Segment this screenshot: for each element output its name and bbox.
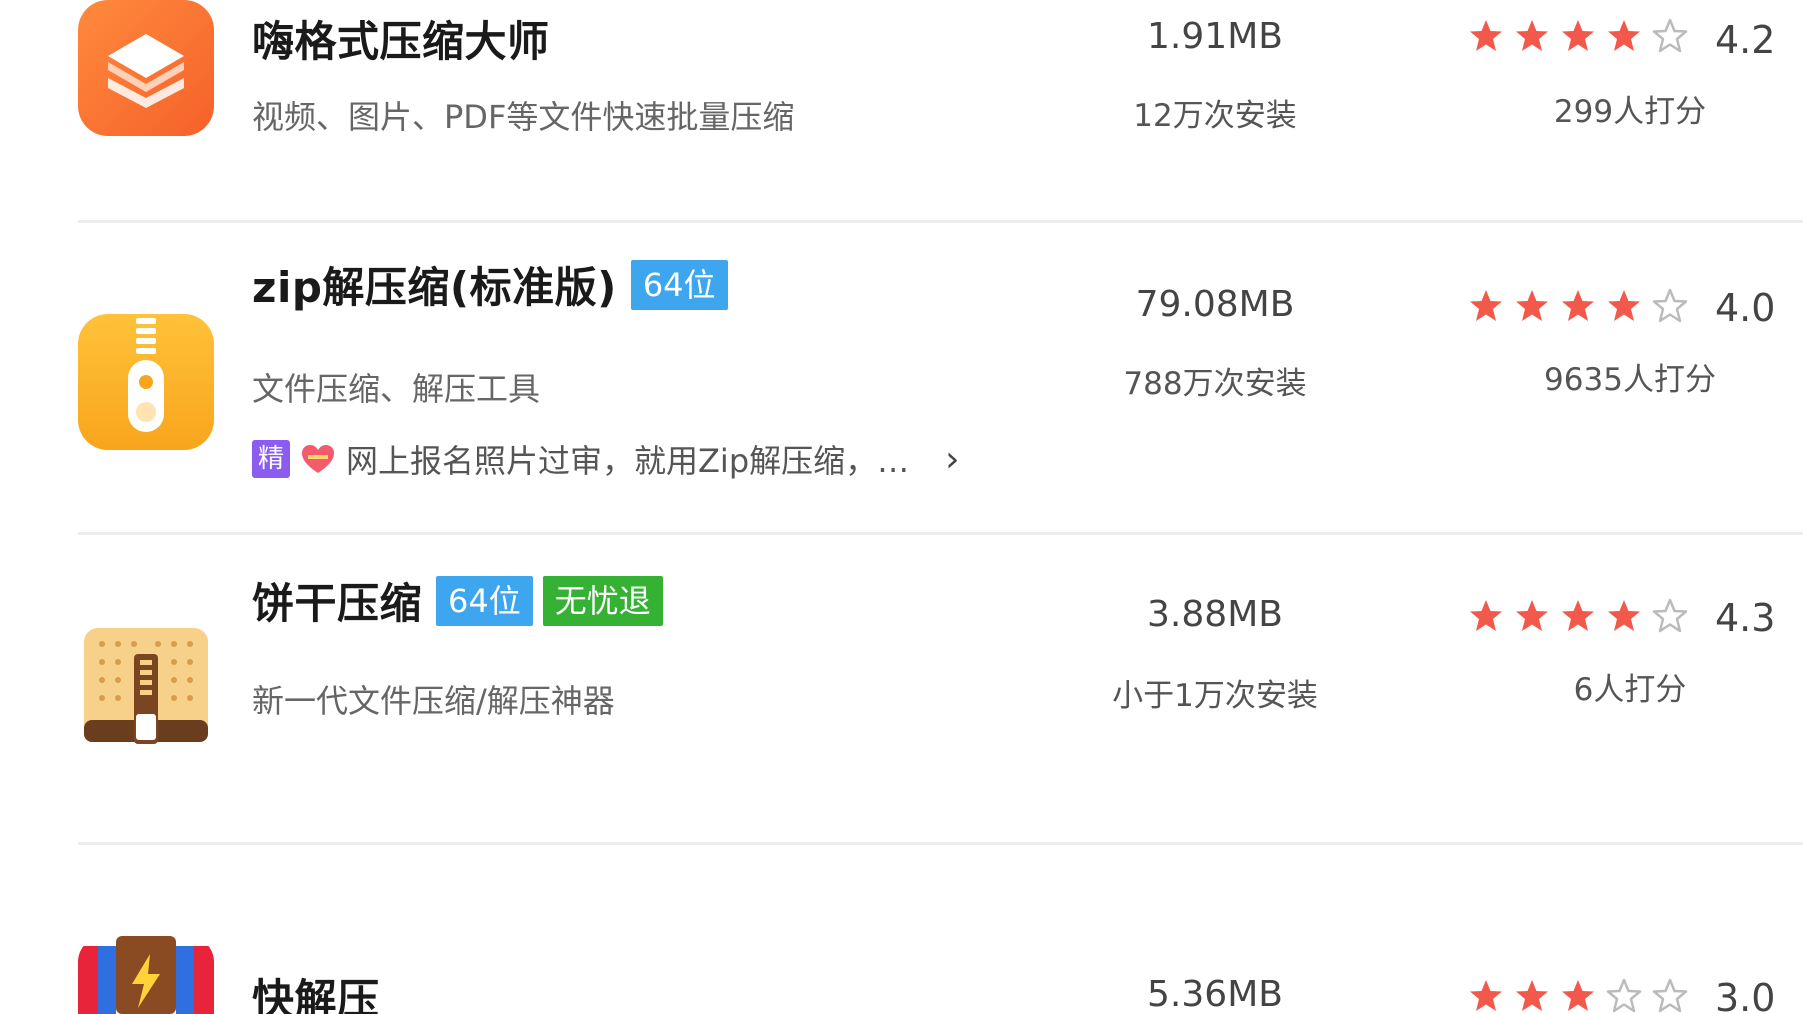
star-rating — [1468, 598, 1688, 634]
app-size: 79.08MB — [1135, 284, 1295, 325]
rater-count: 9635人打分 — [1544, 362, 1716, 398]
star-empty-icon — [1652, 18, 1688, 53]
star-filled-icon — [1562, 20, 1594, 51]
badge-64bit: 64位 — [630, 259, 728, 310]
star-filled-icon — [1562, 980, 1594, 1011]
star-empty-icon — [1606, 978, 1642, 1013]
featured-tag: 精 — [252, 440, 290, 478]
app-size: 1.91MB — [1147, 16, 1283, 57]
app-list: 嗨格式压缩大师 视频、图片、PDF等文件快速批量压缩 1.91MB 12万次安装… — [0, 0, 1803, 1014]
star-filled-icon — [1470, 600, 1502, 631]
app-description: 文件压缩、解压工具 — [252, 370, 541, 408]
badge-64bit: 64位 — [436, 575, 533, 626]
star-empty-icon — [1652, 598, 1688, 633]
row-divider — [78, 532, 1803, 535]
star-filled-icon — [1470, 290, 1502, 321]
chevron-right-icon[interactable]: › — [945, 439, 959, 480]
star-filled-icon — [1562, 290, 1594, 321]
promo-line[interactable]: 精 网上报名照片过审，就用Zip解压缩，… › — [252, 436, 960, 482]
star-filled-icon — [1562, 600, 1594, 631]
star-empty-icon — [1652, 288, 1688, 323]
biscuit-icon[interactable] — [78, 624, 214, 760]
app-description: 新一代文件压缩/解压神器 — [252, 682, 615, 720]
star-filled-icon — [1516, 980, 1548, 1011]
star-filled-icon — [1608, 20, 1640, 51]
rating-score: 4.3 — [1715, 596, 1776, 640]
app-size: 3.88MB — [1147, 594, 1283, 635]
app-title[interactable]: 嗨格式压缩大师 — [252, 8, 550, 69]
lightning-archive-icon[interactable] — [78, 936, 214, 1014]
rating-score: 4.2 — [1715, 18, 1776, 62]
star-filled-icon — [1516, 290, 1548, 321]
star-rating — [1468, 288, 1688, 324]
app-row-2[interactable]: 饼干压缩 64位 无忧退 新一代文件压缩/解压神器 3.88MB 小于1万次安装… — [0, 536, 1803, 842]
layers-icon[interactable] — [78, 0, 214, 136]
app-installs: 788万次安装 — [1123, 366, 1307, 402]
star-rating — [1468, 978, 1688, 1014]
heart-icon — [302, 445, 334, 473]
star-filled-icon — [1516, 600, 1548, 631]
rater-count: 6人打分 — [1573, 672, 1687, 708]
app-installs: 小于1万次安装 — [1112, 678, 1318, 714]
app-size: 5.36MB — [1147, 974, 1283, 1014]
app-title[interactable]: zip解压缩(标准版) — [252, 254, 617, 315]
app-row-0[interactable]: 嗨格式压缩大师 视频、图片、PDF等文件快速批量压缩 1.91MB 12万次安装… — [0, 0, 1803, 220]
star-filled-icon — [1470, 980, 1502, 1011]
row-divider — [78, 842, 1803, 845]
star-filled-icon — [1470, 20, 1502, 51]
zipper-icon[interactable] — [78, 314, 214, 450]
row-divider — [78, 220, 1803, 223]
star-rating — [1468, 18, 1688, 54]
star-filled-icon — [1516, 20, 1548, 51]
rater-count: 299人打分 — [1553, 94, 1707, 130]
app-installs: 12万次安装 — [1133, 98, 1297, 134]
star-filled-icon — [1608, 600, 1640, 631]
star-filled-icon — [1608, 290, 1640, 321]
rating-score: 3.0 — [1715, 976, 1776, 1014]
app-row-3[interactable]: 快解压 5.36MB 3.0 — [0, 846, 1803, 1014]
app-description: 视频、图片、PDF等文件快速批量压缩 — [252, 98, 795, 136]
app-row-1[interactable]: zip解压缩(标准版) 64位 文件压缩、解压工具 精 网上报名照片过审，就用Z… — [0, 224, 1803, 534]
badge-refund: 无忧退 — [542, 575, 663, 626]
app-title[interactable]: 快解压 — [252, 966, 380, 1014]
star-empty-icon — [1652, 978, 1688, 1013]
promo-text: 网上报名照片过审，就用Zip解压缩，… — [346, 442, 910, 480]
app-title[interactable]: 饼干压缩 — [252, 570, 422, 631]
rating-score: 4.0 — [1715, 286, 1776, 330]
